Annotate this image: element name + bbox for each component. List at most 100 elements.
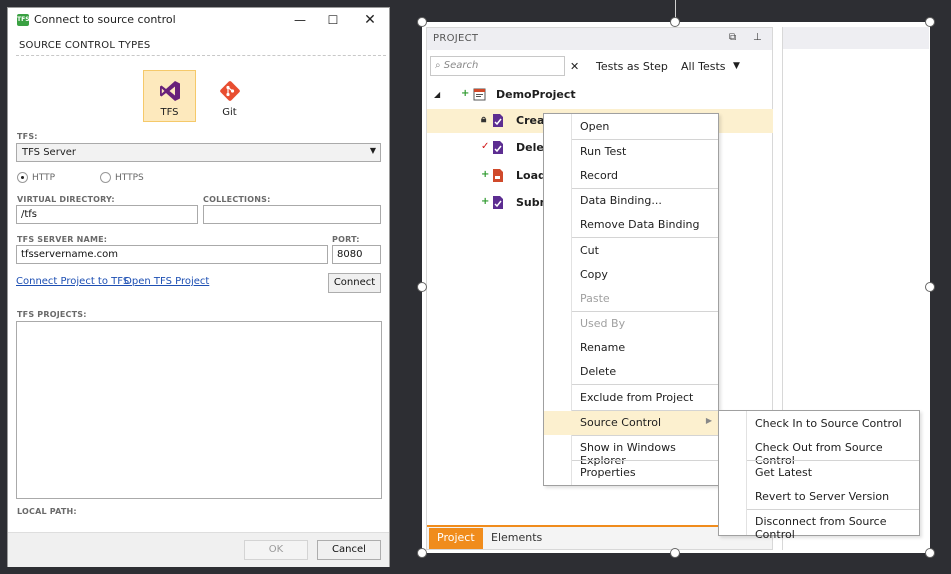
resize-handle[interactable] <box>925 17 935 27</box>
virtual-directory-input[interactable]: /tfs <box>16 205 198 224</box>
title-bar: TFS Connect to source control — ☐ ✕ <box>8 8 389 33</box>
tab-elements[interactable]: Elements <box>483 528 550 549</box>
search-placeholder: Search <box>443 60 479 71</box>
local-path-label: LOCAL PATH: <box>17 507 77 516</box>
menu-item-disconnect[interactable]: Disconnect from Source Control <box>719 510 919 541</box>
menu-separator <box>572 237 718 238</box>
tests-as-step-button[interactable]: Tests as Step <box>596 60 668 73</box>
search-input[interactable]: ⌕ Search <box>430 56 565 76</box>
side-panel-header <box>783 27 929 49</box>
tree-item-demoproject[interactable]: ◢ + DemoProject <box>427 83 773 107</box>
collections-input[interactable] <box>203 205 381 224</box>
port-input[interactable]: 8080 <box>332 245 381 264</box>
menu-item-paste[interactable]: Paste <box>544 287 718 311</box>
server-name-label: TFS SERVER NAME: <box>17 235 108 244</box>
divider <box>16 55 386 56</box>
chevron-down-icon[interactable]: ▼ <box>733 61 740 71</box>
menu-item-revert[interactable]: Revert to Server Version <box>719 485 919 509</box>
connect-source-control-dialog: TFS Connect to source control — ☐ ✕ SOUR… <box>7 7 390 567</box>
resize-handle[interactable] <box>925 282 935 292</box>
menu-item-source-control[interactable]: Source Control ▶ <box>544 411 718 435</box>
tfs-type-button[interactable]: TFS <box>143 70 196 122</box>
section-title: SOURCE CONTROL TYPES <box>19 40 151 51</box>
http-radio[interactable]: HTTP <box>17 172 55 183</box>
tfs-select[interactable]: TFS Server ▼ <box>16 143 381 162</box>
resize-handle[interactable] <box>670 17 680 27</box>
context-menu: Open Run Test Record Data Binding... Rem… <box>543 113 719 486</box>
menu-item-check-in[interactable]: Check In to Source Control <box>719 412 919 436</box>
visual-studio-icon <box>160 81 180 101</box>
float-window-icon[interactable]: ⧉ <box>729 32 736 43</box>
http-label: HTTP <box>32 173 56 183</box>
maximize-icon[interactable]: ☐ <box>319 10 347 30</box>
hover-indicator <box>543 410 544 434</box>
tab-project[interactable]: Project <box>429 528 483 549</box>
search-icon: ⌕ <box>435 60 441 71</box>
tfs-type-label: TFS <box>160 107 179 118</box>
resize-handle[interactable] <box>925 548 935 558</box>
menu-item-check-out[interactable]: Check Out from Source Control <box>719 436 919 467</box>
test-icon <box>493 114 503 127</box>
git-icon <box>220 81 240 101</box>
added-mark: + <box>481 196 490 207</box>
radio-unchecked-icon <box>100 172 111 183</box>
test-icon <box>493 141 503 154</box>
resize-handle[interactable] <box>417 548 427 558</box>
submenu-arrow-icon: ▶ <box>705 416 712 425</box>
clear-search-icon[interactable]: ✕ <box>570 60 579 73</box>
tfs-projects-label: TFS PROJECTS: <box>17 310 87 319</box>
menu-item-delete[interactable]: Delete <box>544 360 718 384</box>
menu-item-record[interactable]: Record <box>544 164 718 188</box>
virtual-directory-label: VIRTUAL DIRECTORY: <box>17 195 115 204</box>
tree-item-label: DemoProject <box>496 88 576 101</box>
chevron-down-icon: ▼ <box>369 146 376 155</box>
added-mark: + <box>461 88 470 99</box>
menu-item-exclude-from-project[interactable]: Exclude from Project <box>544 386 718 410</box>
menu-item-copy[interactable]: Copy <box>544 263 718 287</box>
menu-item-properties[interactable]: Properties <box>544 461 718 485</box>
radio-checked-icon <box>17 172 28 183</box>
menu-item-run-test[interactable]: Run Test <box>544 140 718 164</box>
menu-item-show-in-explorer[interactable]: Show in Windows Explorer <box>544 436 718 467</box>
resize-handle[interactable] <box>417 17 427 27</box>
tfs-projects-list[interactable] <box>16 321 382 499</box>
added-mark: + <box>481 169 490 180</box>
all-tests-dropdown[interactable]: All Tests <box>681 60 726 73</box>
menu-item-data-binding[interactable]: Data Binding... <box>544 189 718 213</box>
menu-item-cut[interactable]: Cut <box>544 239 718 263</box>
open-tfs-project-link[interactable]: Open TFS Project <box>124 276 209 287</box>
test-icon <box>493 196 503 209</box>
git-type-label: Git <box>222 107 237 118</box>
server-name-input[interactable]: tfsservername.com <box>16 245 328 264</box>
checked-out-mark: ✓ <box>481 141 490 152</box>
resize-handle[interactable] <box>670 548 680 558</box>
menu-item-used-by[interactable]: Used By <box>544 312 718 336</box>
https-radio[interactable]: HTTPS <box>100 172 144 183</box>
menu-item-open[interactable]: Open <box>544 115 718 139</box>
resize-handle[interactable] <box>417 282 427 292</box>
lock-icon: 🔒︎ <box>481 114 487 125</box>
menu-item-rename[interactable]: Rename <box>544 336 718 360</box>
load-test-icon <box>493 169 503 182</box>
menu-item-get-latest[interactable]: Get Latest <box>719 461 919 485</box>
project-icon <box>473 88 486 101</box>
ok-button[interactable]: OK <box>244 540 308 560</box>
panel-title: PROJECT <box>433 33 479 44</box>
dialog-footer: OK Cancel <box>8 532 389 567</box>
https-label: HTTPS <box>115 173 144 183</box>
collapse-icon[interactable]: ◢ <box>434 90 440 99</box>
git-type-button[interactable]: Git <box>203 70 256 122</box>
dialog-title: Connect to source control <box>34 13 176 26</box>
cancel-button[interactable]: Cancel <box>317 540 381 560</box>
source-control-submenu: Check In to Source Control Check Out fro… <box>718 410 920 541</box>
pin-icon[interactable]: ⊥ <box>753 32 762 43</box>
connect-button[interactable]: Connect <box>328 273 381 293</box>
close-icon[interactable]: ✕ <box>356 10 384 30</box>
connect-project-link[interactable]: Connect Project to TFS <box>16 276 129 287</box>
collections-label: COLLECTIONS: <box>203 195 271 204</box>
menu-item-remove-data-binding[interactable]: Remove Data Binding <box>544 213 718 237</box>
minimize-icon[interactable]: — <box>286 10 314 30</box>
tfs-select-value: TFS Server <box>22 147 77 158</box>
panel-header: PROJECT ⧉ ⊥ <box>427 28 772 50</box>
app-badge-icon: TFS <box>17 14 30 26</box>
